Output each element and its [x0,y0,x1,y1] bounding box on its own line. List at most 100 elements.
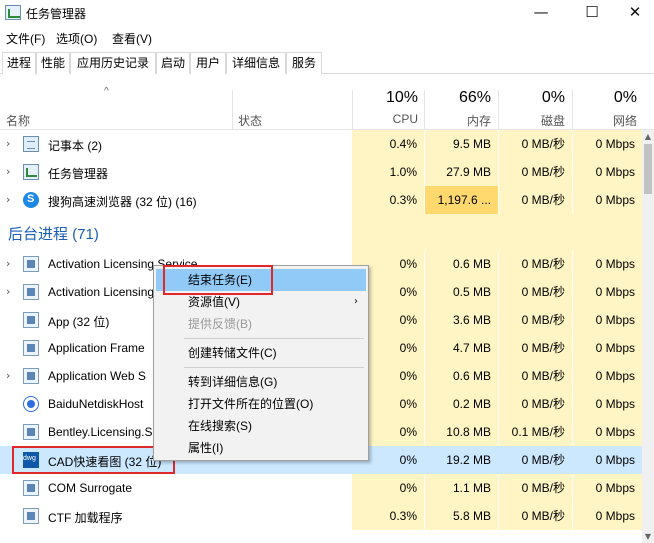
menu-item-feedback: 提供反馈(B) [156,313,366,335]
vertical-scrollbar[interactable]: ▲ ▼ [642,130,654,543]
column-divider [232,90,233,130]
column-cpu-total[interactable]: 10% [348,89,418,107]
network-value: 0 Mbps [573,446,642,474]
process-name: 记事本 (2) [48,139,103,153]
column-disk[interactable]: 磁盘 [495,112,565,129]
process-name: BaiduNetdiskHost [48,397,144,411]
disk-value: 0 MB/秒 [499,446,572,474]
column-cpu[interactable]: CPU [348,112,418,126]
menu-item-label: 资源值(V) [188,295,240,309]
menu-item-create-dump[interactable]: 创建转储文件(C) [156,342,366,364]
column-memory-total[interactable]: 66% [421,89,491,107]
app-icon [23,340,39,356]
disk-value: 0 MB/秒 [499,306,572,334]
menu-item-label: 在线搜索(S) [188,419,252,433]
disk-value: 0 MB/秒 [499,186,572,214]
maximize-button[interactable]: ☐ [569,0,615,26]
menu-item-label: 属性(I) [188,441,224,455]
column-network-total[interactable]: 0% [567,89,637,107]
menu-separator [184,338,364,339]
network-value: 0 Mbps [573,390,642,418]
memory-value: 0.6 MB [425,250,498,278]
table-row[interactable]: › 搜狗高速浏览器 (32 位) (16) 0.3% 1,197.6 ... 0… [0,186,654,214]
network-value: 0 Mbps [573,334,642,362]
column-name[interactable]: 名称 [6,112,30,129]
expand-chevron-icon[interactable]: › [6,257,10,270]
memory-value: 1.1 MB [425,474,498,502]
tab-details[interactable]: 详细信息 [226,52,286,74]
memory-value: 5.8 MB [425,502,498,530]
table-row[interactable]: CTF 加载程序 0.3% 5.8 MB 0 MB/秒 0 Mbps [0,502,654,530]
menu-item-open-file-location[interactable]: 打开文件所在的位置(O) [156,393,366,415]
tab-app-history[interactable]: 应用历史记录 [70,52,156,74]
network-value: 0 Mbps [573,306,642,334]
group-header[interactable]: 后台进程 (71) [0,214,654,250]
process-name: Activation Licensing [48,285,155,299]
app-icon [23,424,39,440]
expand-chevron-icon[interactable]: › [6,137,10,150]
expand-chevron-icon[interactable]: › [6,369,10,382]
highlight-box-end-task [163,265,273,295]
cpu-value: 0% [352,474,424,502]
title-bar: 任务管理器 — ☐ ✕ [0,0,654,26]
task-manager-icon [5,5,21,20]
menu-item-label: 提供反馈(B) [188,317,252,331]
tab-processes[interactable]: 进程 [2,52,36,75]
app-icon [23,480,39,496]
network-value: 0 Mbps [573,362,642,390]
expand-chevron-icon[interactable]: › [6,285,10,298]
table-row[interactable]: COM Surrogate 0% 1.1 MB 0 MB/秒 0 Mbps [0,474,654,502]
close-button[interactable]: ✕ [612,0,654,26]
menu-view[interactable]: 查看(V) [112,30,152,47]
app-icon [23,368,39,384]
window-title: 任务管理器 [26,7,87,21]
network-value: 0 Mbps [573,250,642,278]
column-disk-total[interactable]: 0% [495,89,565,107]
table-row[interactable]: › 记事本 (2) 0.4% 9.5 MB 0 MB/秒 0 Mbps [0,130,654,158]
scroll-down-icon[interactable]: ▼ [642,532,654,541]
process-name: 搜狗高速浏览器 (32 位) (16) [48,195,197,209]
task-manager-icon [23,164,39,180]
column-memory[interactable]: 内存 [421,112,491,129]
network-value: 0 Mbps [573,158,642,186]
network-value: 0 Mbps [573,130,642,158]
baidu-netdisk-icon [23,396,39,412]
scroll-up-icon[interactable]: ▲ [642,132,654,141]
column-status[interactable]: 状态 [238,112,262,129]
tab-startup[interactable]: 启动 [156,52,190,74]
column-network[interactable]: 网络 [567,112,637,129]
scroll-thumb[interactable] [644,144,652,194]
disk-value: 0 MB/秒 [499,362,572,390]
process-name: CTF 加载程序 [48,511,123,525]
memory-value: 10.8 MB [425,418,498,446]
disk-value: 0 MB/秒 [499,278,572,306]
process-name: COM Surrogate [48,481,133,495]
disk-value: 0 MB/秒 [499,250,572,278]
menu-file[interactable]: 文件(F) [6,30,45,47]
expand-chevron-icon[interactable]: › [6,193,10,206]
memory-value: 9.5 MB [425,130,498,158]
network-value: 0 Mbps [573,418,642,446]
menu-item-go-to-details[interactable]: 转到详细信息(G) [156,371,366,393]
tab-performance[interactable]: 性能 [36,52,70,74]
memory-value: 3.6 MB [425,306,498,334]
cpu-value: 0.4% [352,130,424,158]
notepad-icon [23,136,39,152]
process-name: Bentley.Licensing.S [48,425,153,439]
cpu-value: 1.0% [352,158,424,186]
menu-item-search-online[interactable]: 在线搜索(S) [156,415,366,437]
minimize-button[interactable]: — [518,0,564,26]
memory-value: 1,197.6 ... [425,186,498,214]
group-label: 后台进程 (71) [8,226,99,243]
expand-chevron-icon[interactable]: › [6,165,10,178]
disk-value: 0.1 MB/秒 [499,418,572,446]
tab-users[interactable]: 用户 [190,52,226,74]
tab-services[interactable]: 服务 [286,52,322,74]
menu-options[interactable]: 选项(O) [56,30,97,47]
table-row[interactable]: › 任务管理器 1.0% 27.9 MB 0 MB/秒 0 Mbps [0,158,654,186]
app-icon [23,312,39,328]
menu-item-properties[interactable]: 属性(I) [156,437,366,459]
disk-value: 0 MB/秒 [499,334,572,362]
highlight-box-selected-row [12,446,175,474]
disk-value: 0 MB/秒 [499,390,572,418]
